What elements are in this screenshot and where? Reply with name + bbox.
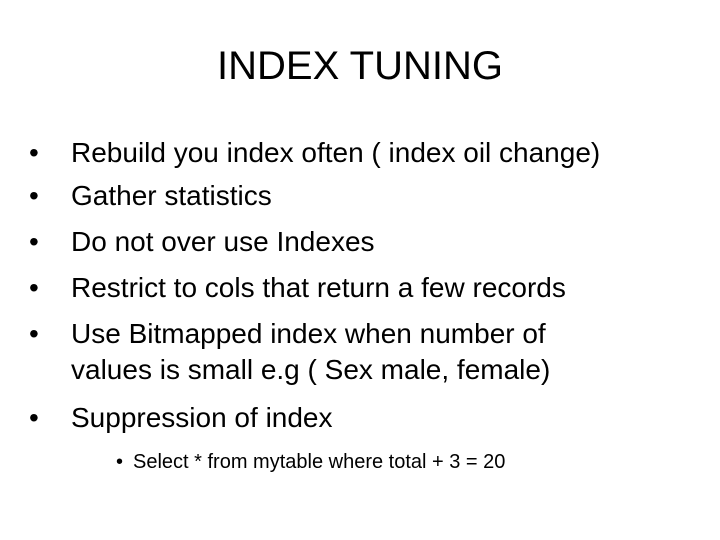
bullet-icon: • <box>29 402 39 433</box>
bullet-text: Gather statistics <box>71 180 272 211</box>
bullet-text: Restrict to cols that return a few recor… <box>71 272 566 303</box>
bullet-icon: • <box>29 180 39 211</box>
bullet-icon: • <box>29 226 39 257</box>
bullet-text: Do not over use Indexes <box>71 226 375 257</box>
slide-title: INDEX TUNING <box>217 44 503 88</box>
bullet-text-continuation: values is small e.g ( Sex male, female) <box>71 354 551 385</box>
bullet-text: Suppression of index <box>71 402 333 433</box>
bullet-icon: • <box>29 272 39 303</box>
sub-bullet-text: Select * from mytable where total + 3 = … <box>133 451 506 473</box>
bullet-text: Rebuild you index often ( index oil chan… <box>71 137 601 168</box>
bullet-icon: • <box>29 318 39 349</box>
sub-bullet-icon: • <box>116 451 124 473</box>
bullet-text: Use Bitmapped index when number of <box>71 318 546 349</box>
bullet-icon: • <box>29 137 39 168</box>
